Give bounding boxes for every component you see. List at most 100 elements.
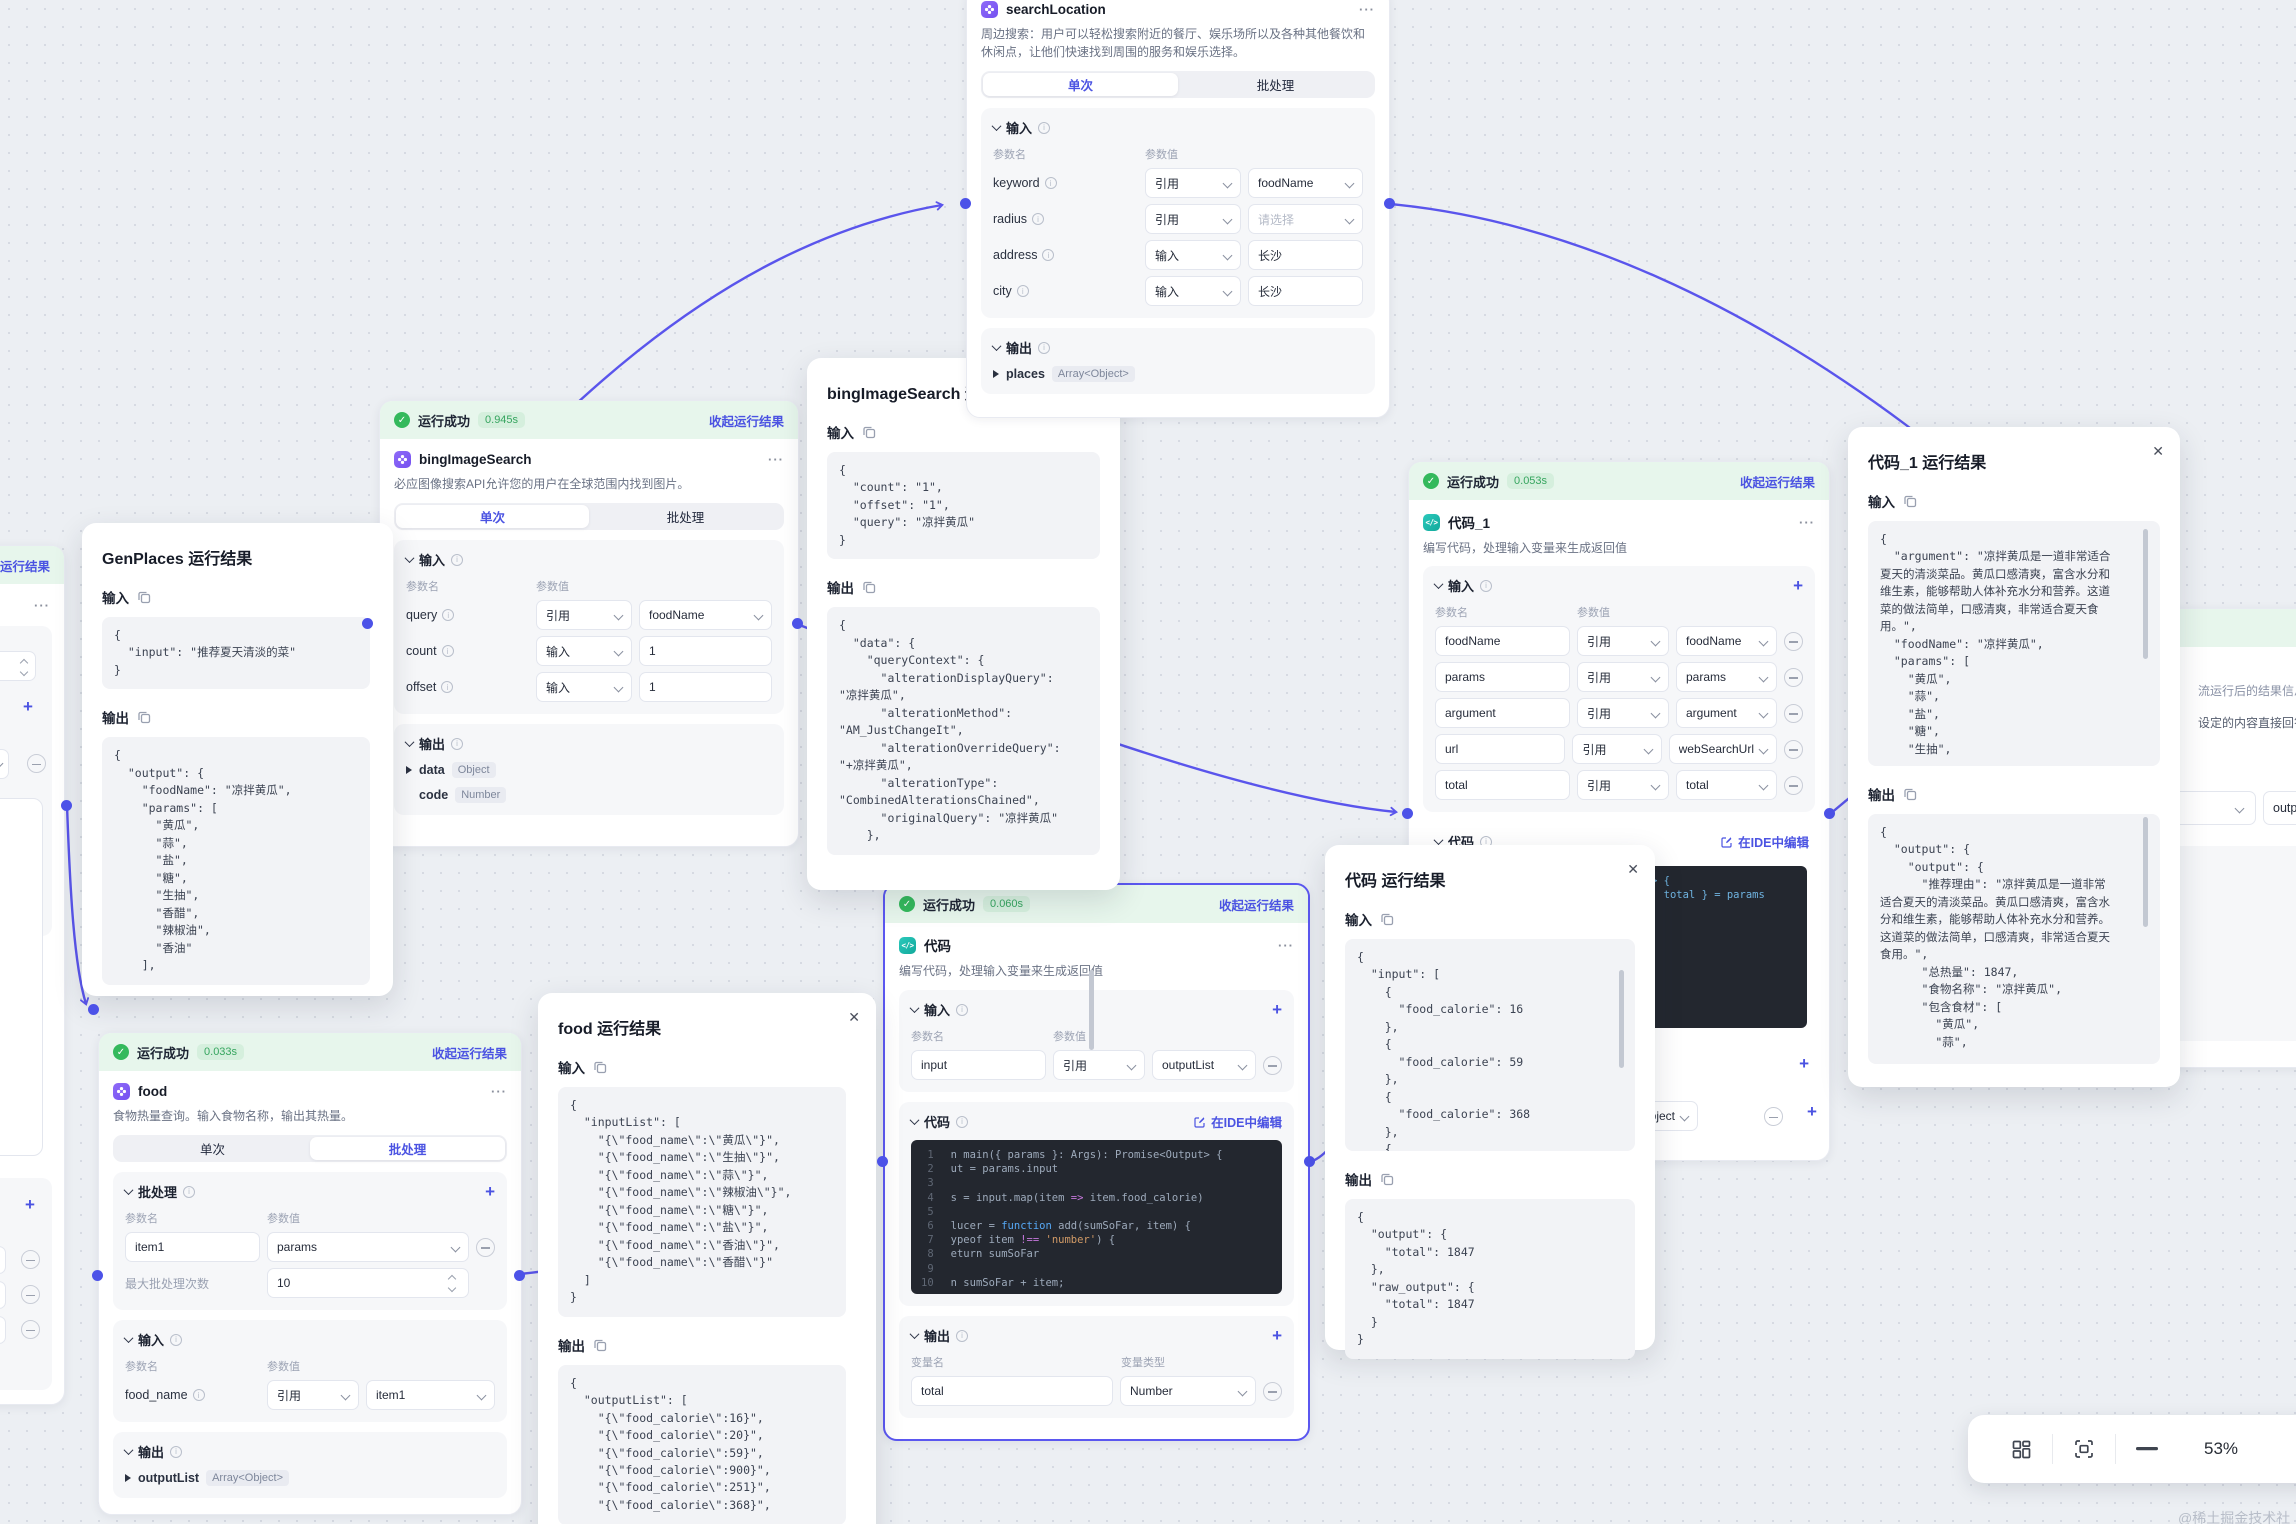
output-json[interactable]: { "output": { "foodName": "凉拌黄瓜", "param… [102, 737, 370, 984]
port-code-in[interactable] [877, 1156, 888, 1167]
add-row-button[interactable]: + [23, 698, 33, 715]
remove-row-button[interactable] [27, 754, 46, 773]
port-left-node-out[interactable] [61, 800, 72, 811]
param-mode-select[interactable]: 引用 [1577, 626, 1669, 656]
remove-row-button[interactable] [1784, 632, 1803, 651]
tab-batch[interactable]: 批处理 [589, 505, 782, 528]
collapse-chevron-icon[interactable] [992, 121, 1002, 131]
remove-row-button[interactable] [1764, 1107, 1783, 1126]
param-name-input[interactable]: foodName [1435, 626, 1570, 656]
close-icon[interactable]: ✕ [1627, 861, 1639, 878]
tab-single[interactable]: 单次 [396, 505, 589, 528]
collapse-run-result-link[interactable]: 收起运行结果 [1219, 895, 1294, 914]
port-searchLocation-out[interactable] [1384, 198, 1395, 209]
param-value-select[interactable]: 请选择 [1248, 204, 1363, 234]
param-mode-select[interactable]: 引用 [536, 600, 632, 630]
param-name-input[interactable]: argument [1435, 698, 1570, 728]
collapse-run-result-link[interactable]: 收起运行结果 [709, 411, 784, 430]
collapse-chevron-icon[interactable] [910, 1115, 920, 1125]
param-name-input[interactable]: total [1435, 770, 1570, 800]
more-menu-button[interactable]: ··· [34, 598, 50, 613]
zoom-out-button[interactable] [2116, 1447, 2178, 1451]
collapse-chevron-icon[interactable] [1434, 835, 1444, 845]
output-json[interactable]: { "outputList": [ "{\"food_calorie\":16}… [558, 1365, 846, 1524]
copy-icon[interactable] [862, 425, 876, 439]
param-mode-select[interactable]: 引用 [1572, 734, 1661, 764]
tab-batch[interactable]: 批处理 [310, 1137, 505, 1160]
var-name-input[interactable]: total [911, 1376, 1113, 1406]
scrollbar[interactable] [2143, 529, 2148, 659]
remove-row-button[interactable] [476, 1238, 495, 1257]
tab-single[interactable]: 单次 [115, 1137, 310, 1160]
param-name-input[interactable]: params [1435, 662, 1570, 692]
param-value-input[interactable]: 1 [639, 636, 772, 666]
param-mode-select[interactable]: 输入 [1145, 276, 1241, 306]
param-mode-select[interactable]: 引用 [267, 1380, 359, 1410]
port-genplaces-in[interactable] [88, 1004, 99, 1015]
code-editor[interactable]: 1 2 3 4 5 6 7 8 9 10 n main({ params }: … [911, 1140, 1282, 1294]
port-food-out[interactable] [514, 1270, 525, 1281]
node-card-food[interactable]: ✓ 运行成功 0.033s 收起运行结果 food ··· 食物热量查询。输入食… [98, 1032, 522, 1515]
fit-screen-icon[interactable] [2053, 1439, 2115, 1459]
close-icon[interactable]: ✕ [848, 1009, 860, 1026]
collapse-chevron-icon[interactable] [910, 1003, 920, 1013]
add-row-button[interactable]: + [1272, 1327, 1282, 1344]
add-row-button[interactable]: + [25, 1196, 35, 1213]
copy-icon[interactable] [1380, 1172, 1394, 1186]
output-json[interactable]: { "output": { "output": { "推荐理由": "凉拌黄瓜是… [1868, 814, 2160, 1064]
expand-triangle-icon[interactable] [993, 370, 999, 378]
remove-row-button[interactable] [21, 1285, 40, 1304]
param-input[interactable] [0, 1246, 6, 1274]
copy-icon[interactable] [137, 590, 151, 604]
copy-icon[interactable] [1380, 912, 1394, 926]
collapse-chevron-icon[interactable] [405, 737, 415, 747]
input-json[interactable]: { "count": "1", "offset": "1", "query": … [827, 452, 1100, 559]
more-menu-button[interactable]: ··· [1278, 938, 1294, 953]
copy-icon[interactable] [593, 1338, 607, 1352]
param-value-select[interactable]: webSearchUrl [1669, 734, 1777, 764]
scrollbar[interactable] [1619, 970, 1624, 1068]
collapse-run-result-link[interactable]: 收起运行结果 [0, 556, 50, 575]
add-row-button[interactable]: + [1807, 1103, 1817, 1120]
param-mode-select[interactable]: 引用 [1577, 698, 1669, 728]
param-value-select[interactable]: params [267, 1232, 469, 1262]
value-input[interactable]: output [2263, 791, 2296, 825]
param-name-input[interactable]: url [1435, 734, 1565, 764]
scrollbar[interactable] [1089, 970, 1094, 1050]
expand-triangle-icon[interactable] [125, 1474, 131, 1482]
copy-icon[interactable] [137, 710, 151, 724]
param-mode-select[interactable]: 输入 [536, 672, 632, 702]
close-icon[interactable]: ✕ [2152, 443, 2164, 460]
collapse-chevron-icon[interactable] [992, 341, 1002, 351]
param-value-input[interactable]: 长沙 [1248, 276, 1363, 306]
copy-icon[interactable] [593, 1060, 607, 1074]
collapse-run-result-link[interactable]: 收起运行结果 [1740, 472, 1815, 491]
collapse-chevron-icon[interactable] [124, 1185, 134, 1195]
number-input[interactable] [0, 651, 36, 681]
tab-single[interactable]: 单次 [983, 73, 1178, 96]
workflow-canvas[interactable]: 收起运行结果 ··· + + 流运行后的结果信息 设定的内容直接回答 outpu… [0, 0, 2296, 1524]
add-row-button[interactable]: + [485, 1183, 495, 1200]
param-value-select[interactable]: params [1676, 662, 1777, 692]
port-code1-in[interactable] [1402, 808, 1413, 819]
add-row-button[interactable]: + [1272, 1001, 1282, 1018]
output-json[interactable]: { "data": { "queryContext": { "alteratio… [827, 607, 1100, 855]
remove-row-button[interactable] [21, 1320, 40, 1339]
remove-row-button[interactable] [1784, 740, 1803, 759]
node-card-searchLocation[interactable]: searchLocation ··· 周边搜索：用户可以轻松搜索附近的餐厅、娱乐… [966, 0, 1390, 418]
remove-row-button[interactable] [1784, 776, 1803, 795]
add-row-button[interactable]: + [1799, 1055, 1809, 1072]
collapse-chevron-icon[interactable] [1434, 579, 1444, 589]
output-json[interactable]: { "output": { "total": 1847 }, "raw_outp… [1345, 1199, 1635, 1359]
remove-row-button[interactable] [1263, 1056, 1282, 1075]
collapse-chevron-icon[interactable] [405, 553, 415, 563]
remove-row-button[interactable] [1784, 704, 1803, 723]
port-food-in[interactable] [92, 1270, 103, 1281]
more-menu-button[interactable]: ··· [1799, 515, 1815, 530]
param-mode-select[interactable]: 输入 [1145, 240, 1241, 270]
param-value-select[interactable]: foodName [1676, 626, 1777, 656]
more-menu-button[interactable]: ··· [1359, 2, 1375, 17]
stepper-control[interactable] [444, 1271, 459, 1295]
node-card-bingImageSearch[interactable]: ✓ 运行成功 0.945s 收起运行结果 bingImageSearch ···… [379, 400, 799, 847]
batch-max-input[interactable]: 10 [267, 1268, 469, 1298]
